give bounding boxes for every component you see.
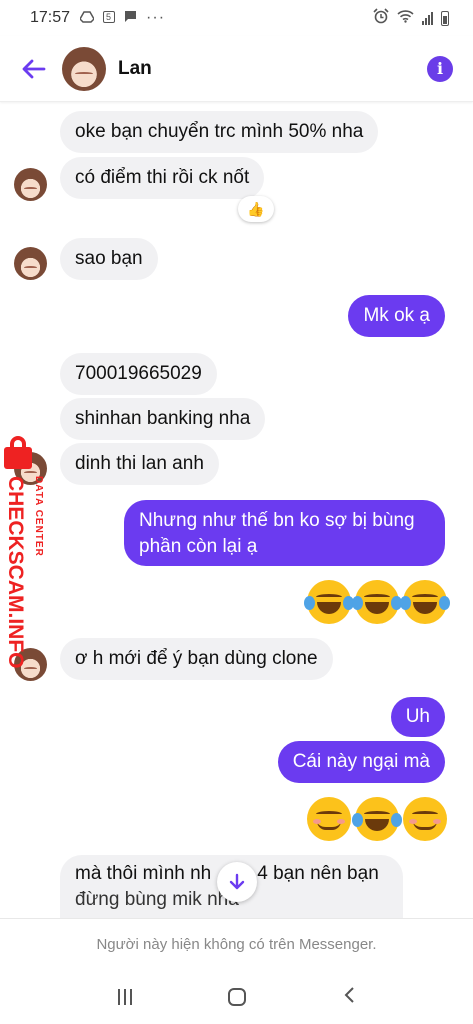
conversation-header: Lan i <box>0 36 473 102</box>
unavailable-notice-text: Người này hiện không có trên Messenger. <box>96 936 377 953</box>
chat-icon <box>124 10 137 26</box>
emoji-message[interactable] <box>304 580 450 624</box>
watermark-brand: CHECKSCAM.INFO <box>4 476 27 669</box>
message-text-line: 4 bạn nên bạn <box>257 863 379 884</box>
drive-icon <box>79 10 95 26</box>
message-bubble-outgoing[interactable]: Nhưng như thế bn ko sợ bị bùng phần còn … <box>124 500 445 566</box>
home-button[interactable] <box>228 988 247 1006</box>
message-bubble-incoming[interactable]: oke bạn chuyển trc mình 50% nha <box>60 111 379 153</box>
android-nav-bar <box>0 970 473 1024</box>
signal-icon <box>422 11 433 25</box>
recents-button[interactable] <box>118 989 133 1005</box>
message-text: 700019665029 <box>75 363 202 384</box>
message-text: sao bạn <box>75 248 143 269</box>
message-bubble-incoming[interactable]: có điểm thi rồi ck nốt <box>60 157 265 199</box>
laughing-tears-emoji <box>352 797 402 841</box>
reaction-badge[interactable]: 👍 <box>238 196 274 222</box>
info-icon: i <box>436 59 444 78</box>
laughing-tears-emoji <box>352 580 402 624</box>
watermark: CHECKSCAM.INFO DATA CENTER <box>0 436 52 669</box>
message-text: Cái này ngại mà <box>292 751 430 772</box>
message-bubble-incoming[interactable]: dinh thi lan anh <box>60 443 219 485</box>
message-text: ơ h mới để ý bạn dùng clone <box>75 648 318 669</box>
status-bar: 17:57 5 ··· <box>0 0 473 36</box>
message-bubble-outgoing[interactable]: Cái này ngại mà <box>277 741 445 783</box>
message-text: Mk ok ạ <box>363 305 430 326</box>
calendar-day: 5 <box>106 11 112 22</box>
chevron-left-icon <box>344 986 354 1003</box>
message-bubble-incoming[interactable]: shinhan banking nha <box>60 398 266 440</box>
more-dots-icon: ··· <box>146 9 166 26</box>
back-arrow-icon <box>22 59 46 78</box>
calendar-icon: 5 <box>103 10 116 26</box>
message-bubble-outgoing[interactable]: Uh <box>390 697 445 737</box>
message-bubble-outgoing[interactable]: Mk ok ạ <box>348 295 445 337</box>
message-text: dinh thi lan anh <box>75 453 204 474</box>
status-time: 17:57 <box>30 9 71 26</box>
unavailable-notice: Người này hiện không có trên Messenger. <box>0 918 473 970</box>
arrow-down-icon <box>229 873 245 890</box>
message-bubble-incoming[interactable]: 700019665029 <box>60 353 217 395</box>
message-text: shinhan banking nha <box>75 408 251 429</box>
message-text-line: phần còn lại ạ <box>139 536 258 557</box>
lock-icon <box>4 436 32 470</box>
message-text: Uh <box>405 706 430 727</box>
message-text: oke bạn chuyển trc mình 50% nha <box>75 121 364 142</box>
blushing-smile-emoji <box>403 797 447 841</box>
sender-avatar[interactable] <box>14 168 47 201</box>
alarm-icon <box>373 8 389 28</box>
watermark-tagline: DATA CENTER <box>33 476 44 557</box>
scroll-to-bottom-button[interactable] <box>217 862 257 902</box>
info-button[interactable]: i <box>427 55 453 82</box>
sender-avatar[interactable] <box>14 247 47 280</box>
laughing-tears-emoji <box>400 580 450 624</box>
message-text-line: Nhưng như thế bn ko sợ bị bùng <box>139 510 415 531</box>
laughing-tears-emoji <box>304 580 354 624</box>
contact-avatar[interactable] <box>62 46 106 91</box>
message-text-line: mà thôi mình nh <box>75 863 212 884</box>
contact-name[interactable]: Lan <box>118 58 152 80</box>
wifi-icon <box>397 9 414 27</box>
emoji-message[interactable] <box>307 797 447 841</box>
blushing-smile-emoji <box>307 797 351 841</box>
message-bubble-incoming[interactable]: ơ h mới để ý bạn dùng clone <box>60 638 333 680</box>
battery-icon <box>441 10 449 26</box>
message-bubble-incoming[interactable]: sao bạn <box>60 238 158 280</box>
nav-back-button[interactable] <box>343 986 355 1009</box>
message-text: có điểm thi rồi ck nốt <box>75 167 250 188</box>
back-arrow-button[interactable] <box>12 47 56 91</box>
thumbs-up-icon: 👍 <box>247 200 265 217</box>
